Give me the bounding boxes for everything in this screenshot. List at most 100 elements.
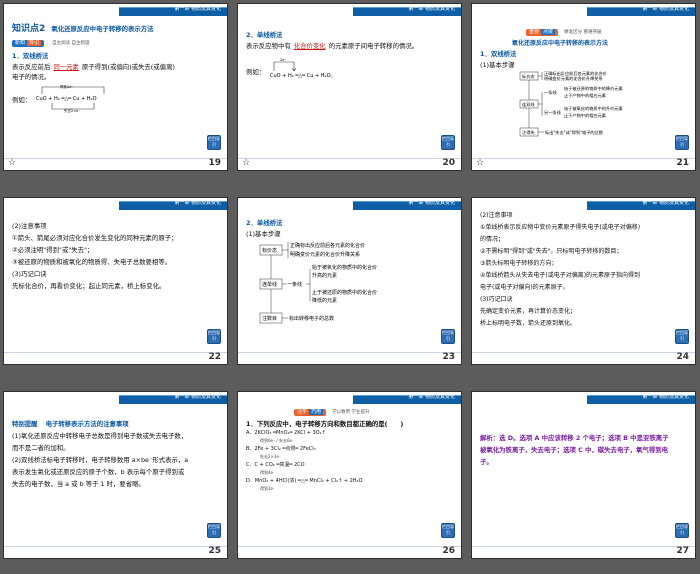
svg-text:升高的元素: 升高的元素 (312, 272, 337, 279)
definition-line: 表示反应前后 同一元素 原子得到(或偏向)或失去(或偏离) (12, 62, 175, 71)
slide-thumbnail-24[interactable]: 第一章 物质及其变化 (2)注意事项 ①单线桥表示反应物中变价元素原子得失电子(… (471, 197, 696, 365)
step-heading: (1)基本步骤 (246, 229, 281, 238)
slide-number: 26 (442, 546, 455, 556)
step-box-3: 注得失 (522, 129, 535, 136)
svg-text:明确变价元素的化合价升降关系: 明确变价元素的化合价升降关系 (290, 251, 360, 258)
step-box-2: 连单线 (262, 281, 277, 288)
text-line: 先确定变价元素，再计算价态变化； (480, 308, 577, 315)
option-c[interactable]: C．C + CO₂ ═高温═ 2CO (246, 461, 437, 469)
section-heading: 1．双线桥法 (12, 52, 49, 60)
badge-xinzhi: 新知 导引 (12, 39, 45, 47)
slide-thumbnail-26[interactable]: 第一章 物质及其变化 活学 巧用 学以致用 学业提升 1．下列反应中，电子转移方向… (237, 391, 462, 559)
option-a[interactable]: A．2KClO₃ ═MnO₂═ 2KCl + 3O₂↑ (246, 429, 437, 437)
badge-note: 自主阅读 自主梳理 (52, 40, 90, 46)
back-nav-button[interactable]: 栏目导引 (207, 523, 221, 538)
svg-text:止于产物中的相应元素: 止于产物中的相应元素 (564, 92, 606, 99)
slide-header: 第一章 物质及其变化 (238, 4, 461, 16)
text-line: (2)注意事项 (12, 222, 47, 230)
step-box-2: 连双线 (522, 101, 535, 108)
text-line: (2)注意事项 (480, 212, 513, 219)
svg-text:始于被还原的物质中的降价元素: 始于被还原的物质中的降价元素 (564, 85, 623, 92)
svg-text:正确标出反应前后各元素的化合价: 正确标出反应前后各元素的化合价 (290, 242, 365, 249)
knowledge-point-title: 知识点2 (12, 24, 46, 34)
question-text: 1．下列反应中，电子转移方向和数目都正确的是( ) (246, 419, 404, 428)
back-nav-button[interactable]: 栏目导引 (675, 329, 689, 344)
star-icon[interactable]: ☆ (476, 158, 484, 168)
slide-thumbnail-19[interactable]: 第一章 物质及其变化 知识点2 氧化还原反应中电子转移的表示方法 新知 导引 自主… (3, 3, 228, 171)
slide-thumbnail-20[interactable]: 第一章 物质及其变化 2．单线桥法 表示反应物中有 化合价变化 的元素原子间电子转移… (237, 3, 462, 171)
slide-thumbnail-27[interactable]: 第一章 物质及其变化 解析：选 D。选项 A 中应该转移 2 个电子；选项 B … (471, 391, 696, 559)
slide-thumbnail-23[interactable]: 第一章 物质及其变化 2．单线桥法 (1)基本步骤 标价态 连单线 注数目 正确… (237, 197, 462, 365)
text-line: (3)巧记口诀 (12, 270, 47, 278)
text-line: (1)氧化还原反应中转移电子总数是得到电子数或失去电子数， (12, 432, 188, 440)
back-nav-button[interactable]: 栏目导引 (675, 135, 689, 150)
equation: CuO + H₂ ═△═ Cu + H₂O。 (270, 73, 336, 79)
slide-number: 20 (442, 158, 455, 168)
slide-number: 21 (676, 158, 689, 168)
svg-text:一条线: 一条线 (287, 281, 302, 288)
slide-header: 第一章 物质及其变化 (472, 198, 695, 210)
option-b[interactable]: B．2Fe + 3Cl₂ ═点燃═ 2FeCl₃ (246, 445, 437, 453)
option-d[interactable]: D．MnO₂ + 4HCl(浓) ═△═ MnCl₂ + Cl₂↑ + 2H₂O (246, 477, 437, 485)
example-label: 例如： (12, 95, 32, 104)
back-nav-button[interactable]: 栏目导引 (441, 135, 455, 150)
slide-thumbnail-25[interactable]: 第一章 物质及其变化 特别提醒 电子转移表示方法的注意事项 (1)氧化还原反应中… (3, 391, 228, 559)
section-heading: 2．单线桥法 (246, 31, 283, 39)
svg-text:一条线: 一条线 (544, 89, 557, 95)
text-line: ①单线桥表示反应物中变价元素原子得失电子(或电子对偏移) (480, 224, 641, 231)
header-tag: 第一章 物质及其变化 (174, 6, 221, 12)
slide-header: 第一章 物质及其变化 (4, 392, 227, 404)
text-line: ④单线桥箭头从失去电子(或电子对偏离)的元素原子指向得到 (480, 272, 641, 279)
slide-thumbnail-22[interactable]: 第一章 物质及其变化 (2)注意事项 ①箭头、箭尾必须对应化合价发生变化的同种元… (3, 197, 228, 365)
slide-header: 第一章 物质及其变化 (238, 198, 461, 210)
step-heading: (1)基本步骤 (480, 60, 515, 69)
slide-title: 氧化还原反应中电子转移的表示方法 (512, 39, 609, 47)
text-line: 表示发生氧化或还原反应的原子个数，b 表示每个原子得到或 (12, 468, 185, 476)
banner-note: 学以致用 学业提升 (332, 410, 370, 415)
option-a-note: 得到6e⁻ / 失去6e⁻ (260, 438, 295, 443)
back-nav-button[interactable]: 栏目导引 (675, 523, 689, 538)
text-line: (3)巧记口诀 (480, 296, 513, 303)
back-nav-button[interactable]: 栏目导引 (207, 329, 221, 344)
back-nav-button[interactable]: 栏目导引 (441, 329, 455, 344)
slide-number: 24 (676, 352, 689, 362)
svg-text:明确变价元素的化合价升降关系: 明确变价元素的化合价升降关系 (544, 75, 603, 82)
definition-line: 表示反应物中有 化合价变化 的元素原子间电子转移的情况。 (246, 41, 419, 50)
tip-title: 电子转移表示方法的注意事项 (45, 420, 129, 428)
slide-header: 第一章 物质及其变化 (4, 198, 227, 210)
svg-text:标出"失去"或"得到"电子的总数: 标出"失去"或"得到"电子的总数 (545, 129, 604, 136)
back-nav-button[interactable]: 栏目导引 (441, 523, 455, 538)
svg-text:标出转移电子的总数: 标出转移电子的总数 (289, 315, 334, 322)
option-b-note: 失去2×3e⁻ (260, 454, 282, 459)
banner-badge: 重要 点拨 (526, 29, 559, 36)
text-line: ③箭头标明电子转移的方向； (480, 260, 558, 267)
slide-number: 25 (208, 546, 221, 556)
section-heading: 1．双线桥法 (480, 50, 517, 58)
svg-text:止于被还原的物质中的化合价: 止于被还原的物质中的化合价 (312, 289, 377, 296)
slide-thumbnail-21[interactable]: 第一章 物质及其变化 重要 点拨 精准区分 重难突破 氧化还原反应中电子转移的表示… (471, 3, 696, 171)
section-heading: 2．单线桥法 (246, 219, 283, 227)
text-line: 桥上标明电子数，箭头还原到氧化。 (480, 320, 577, 327)
svg-text:另一条线: 另一条线 (544, 109, 562, 116)
text-line: ①箭头、箭尾必须对应化合价发生变化的同种元素的原子； (12, 234, 178, 242)
step-box-3: 注数目 (262, 315, 277, 322)
text-line: 而不是二者的加和。 (12, 444, 70, 452)
tip-label: 特别提醒 (12, 420, 38, 428)
text-line: 失去的电子数，当 a 或 b 等于 1 时，要省略。 (12, 480, 145, 488)
star-icon[interactable]: ☆ (8, 158, 16, 168)
slide-header: 第一章 物质及其变化 (472, 4, 695, 16)
steps-flowchart: 标价态 连双线 注得失 正确标出反应前后各元素的化合价 明确变价元素的化合价升降… (519, 70, 623, 137)
example-label: 例如： (246, 68, 266, 76)
banner-badge: 活学 巧用 (294, 409, 327, 416)
answer-explanation: 解析：选 D。选项 A 中应该转移 2 个电子；选项 B 中是亚铁离子被氧化为铁… (480, 434, 669, 466)
double-bridge-diagram: 得到2e⁻ 失去2×e⁻ CuO + H₂ ═△═ Cu + H₂O (36, 84, 105, 113)
electron-label: 2e⁻ (280, 58, 286, 62)
back-nav-button[interactable]: 栏目导引 (207, 135, 221, 150)
step-box-1: 标价态 (522, 73, 535, 80)
star-icon[interactable]: ☆ (242, 158, 250, 168)
svg-text:始于被氧化的物质中的化合价: 始于被氧化的物质中的化合价 (312, 264, 377, 271)
text-line: ②不需标明"得到"或"失去"，只标明电子转移的数目； (480, 248, 623, 255)
tip-heading: 特别提醒 电子转移表示方法的注意事项 (12, 418, 203, 430)
slide-number: 23 (442, 352, 455, 362)
example-block: 例如： 得到2e⁻ 失去2×e⁻ CuO + H₂ ═△═ Cu + H₂O (12, 83, 203, 113)
